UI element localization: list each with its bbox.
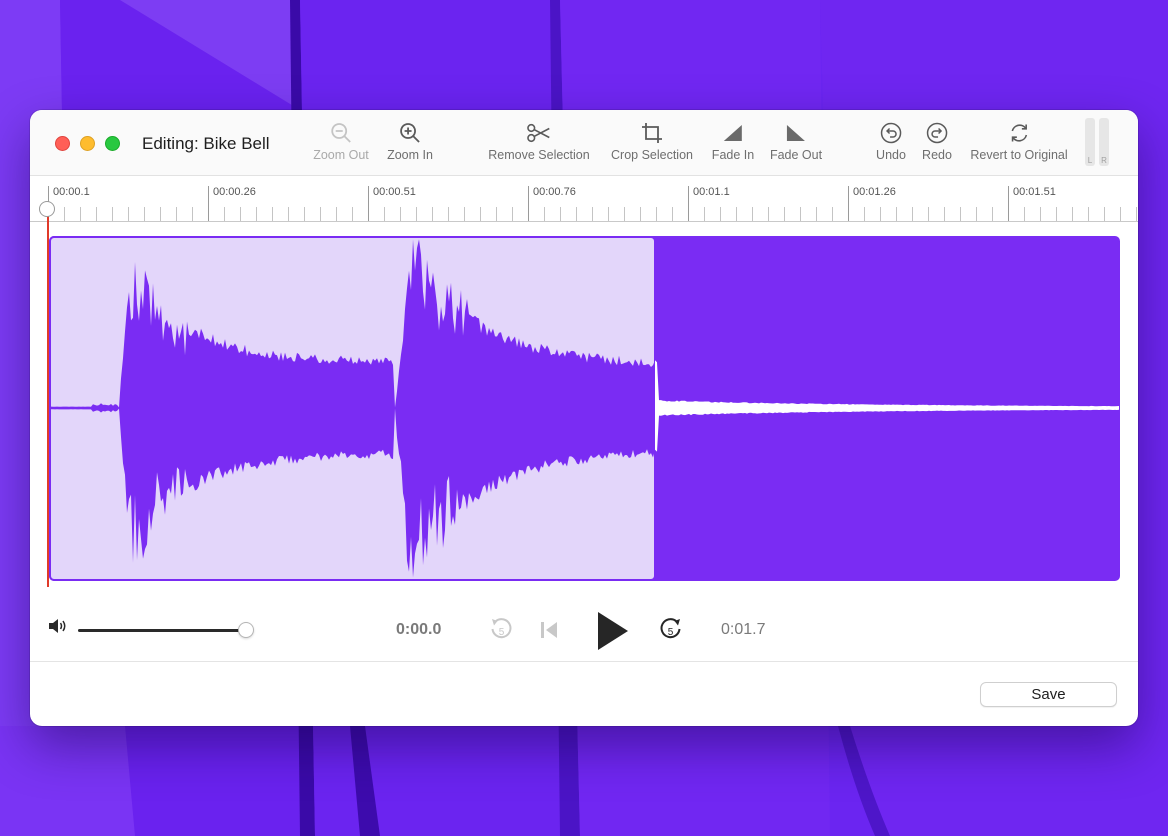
crop-icon <box>640 120 664 146</box>
timeline-label: 00:00.1 <box>53 186 90 198</box>
left-meter-label: L <box>1087 156 1093 165</box>
zoom-in-icon <box>398 120 422 146</box>
redo-label: Redo <box>922 148 952 162</box>
skip-forward-5-button[interactable]: 5 <box>658 616 684 642</box>
zoom-in-label: Zoom In <box>387 148 433 162</box>
close-window-button[interactable] <box>55 136 70 151</box>
skip-forward-seconds: 5 <box>668 627 674 638</box>
fade-out-label: Fade Out <box>769 148 823 162</box>
volume-slider-track[interactable] <box>78 629 248 632</box>
timeline-label: 00:00.51 <box>373 186 416 198</box>
timeline-label: 00:00.76 <box>533 186 576 198</box>
total-duration: 0:01.7 <box>721 621 766 638</box>
undo-label: Undo <box>876 148 906 162</box>
save-button[interactable]: Save <box>980 682 1117 707</box>
skip-back-icon: 5 <box>491 618 512 639</box>
current-time: 0:00.0 <box>396 621 442 638</box>
skip-back-5-button[interactable]: 5 <box>488 616 514 642</box>
zoom-out-button[interactable]: Zoom Out <box>313 120 369 168</box>
right-level-meter: R <box>1099 118 1109 166</box>
right-meter-label: R <box>1101 156 1107 165</box>
timeline-label: 00:00.26 <box>213 186 256 198</box>
fade-in-label: Fade In <box>711 148 755 162</box>
timeline-label: 00:01.26 <box>853 186 896 198</box>
timeline-label: 00:01.1 <box>693 186 730 198</box>
remove-selection-button[interactable]: Remove Selection <box>488 120 590 168</box>
redo-button[interactable]: Redo <box>922 120 952 168</box>
revert-to-original-button[interactable]: Revert to Original <box>970 120 1068 168</box>
scissors-icon <box>526 120 552 146</box>
footer-divider <box>30 661 1138 662</box>
skip-forward-icon: 5 <box>660 618 681 639</box>
ruler-ticks <box>30 186 1138 222</box>
left-level-meter: L <box>1085 118 1095 166</box>
undo-button[interactable]: Undo <box>876 120 906 168</box>
transport-bar: 0:00.0 5 5 0:01.7 <box>30 605 1138 655</box>
skip-to-start-icon <box>541 622 557 638</box>
speaker-icon[interactable] <box>47 617 69 640</box>
remove-selection-label: Remove Selection <box>488 148 590 162</box>
timeline-label: 00:01.51 <box>1013 186 1056 198</box>
fade-in-icon <box>722 120 744 146</box>
volume-slider-knob[interactable] <box>238 622 254 638</box>
toolbar: Editing: Bike Bell Zoom Out Zoom In Remo… <box>30 110 1138 176</box>
playhead-line <box>47 210 49 587</box>
level-meters: L R <box>1085 118 1111 166</box>
fade-out-button[interactable]: Fade Out <box>770 120 822 168</box>
zoom-in-button[interactable]: Zoom In <box>387 120 433 168</box>
redo-icon <box>926 120 948 146</box>
play-icon <box>598 612 628 650</box>
zoom-window-button[interactable] <box>105 136 120 151</box>
undo-icon <box>880 120 902 146</box>
skip-back-seconds: 5 <box>499 627 505 638</box>
fade-in-button[interactable]: Fade In <box>712 120 754 168</box>
playhead-handle[interactable] <box>39 201 55 217</box>
minimize-window-button[interactable] <box>80 136 95 151</box>
waveform-view[interactable] <box>49 236 1120 581</box>
revert-to-original-label: Revert to Original <box>970 148 1068 162</box>
revert-icon <box>1008 120 1030 146</box>
zoom-out-icon <box>329 120 353 146</box>
play-button[interactable] <box>592 610 632 652</box>
audio-editor-window: Editing: Bike Bell Zoom Out Zoom In Remo… <box>30 110 1138 726</box>
go-to-start-button[interactable] <box>537 618 561 642</box>
window-title: Editing: Bike Bell <box>142 134 270 153</box>
fade-out-icon <box>785 120 807 146</box>
crop-selection-button[interactable]: Crop Selection <box>611 120 693 168</box>
crop-selection-label: Crop Selection <box>611 148 693 162</box>
zoom-out-label: Zoom Out <box>313 148 369 162</box>
timeline-ruler[interactable]: 00:00.1 00:00.26 00:00.51 00:00.76 00:01… <box>30 176 1138 222</box>
